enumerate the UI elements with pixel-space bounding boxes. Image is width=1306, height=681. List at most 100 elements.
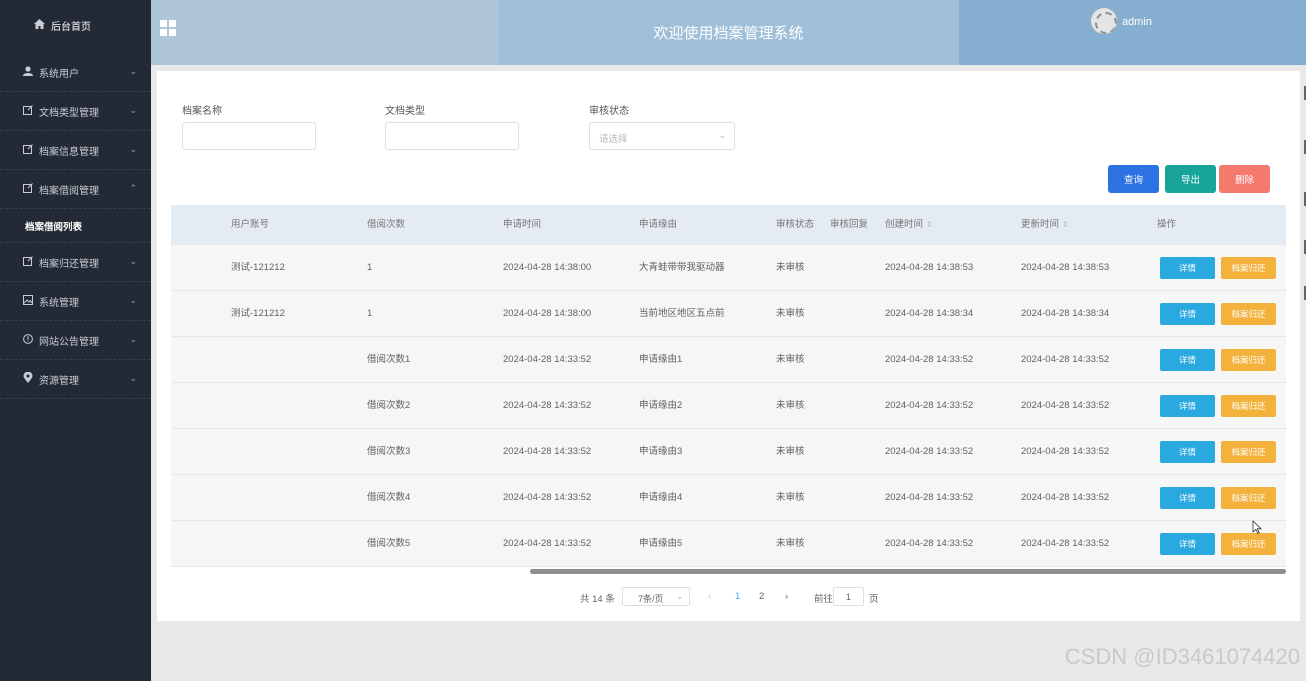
detail-button[interactable]: 详情 (1160, 257, 1215, 279)
doc-type-label: 文档类型 (385, 106, 425, 117)
return-archive-button[interactable]: 档案归还 (1221, 303, 1276, 325)
col-reason: 申请缘由 (639, 219, 678, 230)
sidebar-item-label: 系统用户 (39, 68, 79, 80)
delete-button[interactable]: 删除 (1219, 165, 1270, 193)
sidebar-item-label: 档案借阅管理 (39, 185, 99, 197)
sidebar-item-archive-info[interactable]: 档案信息管理 ⌄ (0, 131, 151, 170)
page-2[interactable]: 2 (759, 591, 764, 602)
archive-name-label: 档案名称 (182, 106, 222, 117)
return-archive-button[interactable]: 档案归还 (1221, 441, 1276, 463)
col-actions: 操作 (1157, 219, 1177, 230)
sidebar-item-label: 网站公告管理 (39, 336, 99, 348)
detail-button[interactable]: 详情 (1160, 349, 1215, 371)
cell-updated: 2024-04-28 14:33:52 (1021, 538, 1110, 549)
cell-updated: 2024-04-28 14:33:52 (1021, 354, 1110, 365)
table-row: 借阅次数2 2024-04-28 14:33:52 申请缘由2 未审核 2024-04-… (171, 383, 1286, 429)
table-row: 借阅次数1 2024-04-28 14:33:52 申请缘由1 未审核 2024-04-… (171, 337, 1286, 383)
cell-created: 2024-04-28 14:33:52 (885, 538, 974, 549)
audit-status-select[interactable]: 请选择 ⌄ (589, 122, 735, 150)
chevron-down-icon: ⌄ (129, 373, 137, 383)
cell-updated: 2024-04-28 14:38:34 (1021, 308, 1110, 319)
cell-created: 2024-04-28 14:33:52 (885, 400, 974, 411)
return-archive-button[interactable]: 档案归还 (1221, 395, 1276, 417)
user-name[interactable]: admin (1122, 16, 1152, 28)
detail-button[interactable]: 详情 (1160, 533, 1215, 555)
cell-updated: 2024-04-28 14:33:52 (1021, 492, 1110, 503)
sidebar-subitem-borrow-list[interactable]: 档案借阅列表 (0, 209, 151, 243)
cell-apply-time: 2024-04-28 14:33:52 (503, 538, 592, 549)
sidebar-subitem-label: 档案借阅列表 (25, 221, 83, 233)
sort-icon[interactable]: ⇕ (926, 220, 933, 229)
cell-reason: 大青蛙带带我驱动器 (639, 262, 725, 273)
sidebar-item-doc-types[interactable]: 文档类型管理 ⌄ (0, 92, 151, 131)
cell-apply-time: 2024-04-28 14:33:52 (503, 446, 592, 457)
prev-page-icon[interactable]: ‹ (708, 591, 711, 602)
col-created[interactable]: 创建时间 ⇕ (885, 205, 933, 245)
sort-icon[interactable]: ⇕ (1062, 220, 1069, 229)
table-row: 借阅次数5 2024-04-28 14:33:52 申请缘由5 未审核 2024-04-… (171, 521, 1286, 567)
return-archive-button[interactable]: 档案归还 (1221, 257, 1276, 279)
chevron-down-icon: ⌄ (129, 66, 137, 76)
sidebar-item-resources[interactable]: 资源管理 ⌄ (0, 360, 151, 399)
cell-count: 1 (367, 308, 373, 319)
sidebar-item-system-manage[interactable]: 系统管理 ⌄ (0, 282, 151, 321)
cell-count: 借阅次数5 (367, 538, 411, 549)
user-icon (22, 65, 34, 79)
cell-account: 测试-121212 (231, 308, 285, 319)
detail-button[interactable]: 详情 (1160, 395, 1215, 417)
archive-name-input[interactable] (182, 122, 316, 150)
home-icon (34, 18, 45, 32)
mouse-cursor-icon (1252, 520, 1262, 534)
table-body: 测试-121212 1 2024-04-28 14:38:00 大青蛙带带我驱动器 未审… (171, 245, 1286, 567)
cell-reason: 申请缘由3 (639, 446, 683, 457)
table-header: 用户账号 借阅次数 申请时间 申请缘由 审核状态 审核回复 创建时间 ⇕ 更新时间… (171, 205, 1286, 245)
avatar[interactable] (1091, 8, 1117, 34)
edit-icon (22, 255, 34, 269)
page-size-select[interactable]: 7条/页 ⌄ (622, 587, 690, 606)
cell-updated: 2024-04-28 14:33:52 (1021, 400, 1110, 411)
return-archive-button[interactable]: 档案归还 (1221, 487, 1276, 509)
return-archive-button[interactable]: 档案归还 (1221, 349, 1276, 371)
chevron-down-icon: ⌄ (129, 295, 137, 305)
cell-count: 借阅次数2 (367, 400, 411, 411)
cell-count: 借阅次数1 (367, 354, 411, 365)
cell-created: 2024-04-28 14:38:53 (885, 262, 974, 273)
detail-button[interactable]: 详情 (1160, 303, 1215, 325)
return-archive-button[interactable]: 档案归还 (1221, 533, 1276, 555)
watermark: CSDN @ID3461074420 (1064, 644, 1300, 669)
picture-icon (22, 294, 34, 308)
cell-status: 未审核 (776, 354, 805, 365)
sidebar-home[interactable]: 后台首页 (0, 0, 151, 50)
next-page-icon[interactable]: › (785, 591, 788, 602)
sidebar-item-announcements[interactable]: 网站公告管理 ⌄ (0, 321, 151, 360)
page-1[interactable]: 1 (735, 591, 740, 602)
sidebar-item-archive-return[interactable]: 档案归还管理 ⌄ (0, 243, 151, 282)
header-right (959, 0, 1306, 65)
doc-type-input[interactable] (385, 122, 519, 150)
export-button[interactable]: 导出 (1165, 165, 1216, 193)
query-button[interactable]: 查询 (1108, 165, 1159, 193)
sidebar-item-label: 文档类型管理 (39, 107, 99, 119)
sidebar-item-archive-borrow[interactable]: 档案借阅管理 ⌃ (0, 170, 151, 209)
page-unit-label: 页 (869, 594, 879, 605)
cell-reason: 当前地区地区五点前 (639, 308, 725, 319)
horizontal-scrollbar[interactable] (530, 569, 1286, 574)
cell-account: 测试-121212 (231, 262, 285, 273)
col-updated[interactable]: 更新时间 ⇕ (1021, 205, 1069, 245)
detail-button[interactable]: 详情 (1160, 487, 1215, 509)
cell-created: 2024-04-28 14:33:52 (885, 492, 974, 503)
menu-grid-icon[interactable] (160, 20, 176, 36)
edit-icon (22, 143, 34, 157)
location-icon (22, 371, 34, 386)
main-panel: 档案名称 文档类型 审核状态 请选择 ⌄ 查询 导出 删除 用户账号 借阅次数 … (157, 71, 1300, 621)
table-row: 借阅次数4 2024-04-28 14:33:52 申请缘由4 未审核 2024-04-… (171, 475, 1286, 521)
cell-status: 未审核 (776, 538, 805, 549)
sidebar-item-label: 档案归还管理 (39, 258, 99, 270)
sidebar-item-system-users[interactable]: 系统用户 ⌄ (0, 53, 151, 92)
chevron-down-icon: ⌄ (718, 130, 726, 140)
audit-status-placeholder: 请选择 (599, 134, 628, 145)
goto-page-input[interactable]: 1 (833, 587, 864, 606)
detail-button[interactable]: 详情 (1160, 441, 1215, 463)
col-apply-time: 申请时间 (503, 219, 542, 230)
cell-updated: 2024-04-28 14:33:52 (1021, 446, 1110, 457)
